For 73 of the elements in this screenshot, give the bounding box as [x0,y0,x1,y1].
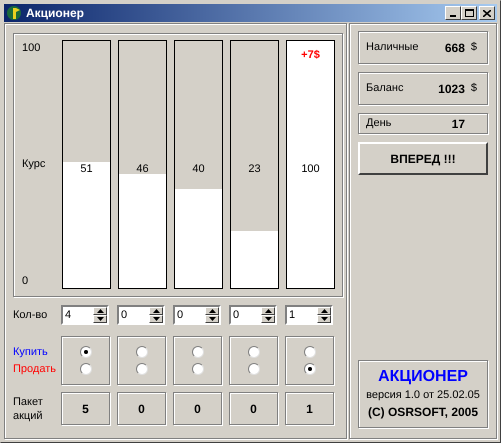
minimize-icon [450,15,456,17]
holdings-value: 1 [285,392,334,425]
close-button[interactable] [479,6,495,20]
quantity-label: Кол-во [13,308,48,323]
down-arrow-icon [264,317,272,321]
copyright-text: (C) OSRSOFT, 2005 [368,404,478,422]
holdings-value: 0 [229,392,278,425]
stat-value: 668 [444,40,465,56]
price-axis-label: Курс [22,157,46,172]
spin-up-button[interactable] [93,307,107,315]
holdings-value: 5 [61,392,110,425]
up-arrow-icon [96,309,104,313]
sell-label: Продать [13,362,57,376]
up-arrow-icon [152,309,160,313]
radio-button[interactable] [192,363,204,375]
scale-min-label: 0 [22,274,30,288]
maximize-icon [464,9,474,17]
scale-max-label: 100 [22,41,42,56]
radio-button[interactable] [192,346,204,358]
window-title: Акционер [26,5,86,22]
close-icon [483,10,491,16]
price-value: 100 [300,162,321,177]
price-change: +7$ [300,48,321,63]
down-arrow-icon [208,317,216,321]
quantity-field[interactable]: 1 [285,305,333,325]
down-arrow-icon [152,317,160,321]
next-button[interactable]: ВПЕРЕД !!! [358,142,488,175]
radio-button[interactable] [80,363,92,375]
holdings-value: 0 [173,392,222,425]
about-title: АКЦИОНЕР [378,366,468,387]
price-value: 51 [79,162,94,177]
price-value: 46 [135,162,150,177]
stat-value: 17 [450,116,466,132]
quantity-field[interactable]: 4 [61,305,109,325]
stat-label: Баланс [366,81,404,96]
stat-value: 1023 [437,80,465,98]
radio-button[interactable] [136,363,148,375]
app-icon [6,5,22,21]
spin-down-button[interactable] [93,315,107,323]
minimize-button[interactable] [445,6,461,20]
holdings-value: 0 [117,392,166,425]
spin-up-button[interactable] [261,307,275,315]
spin-up-button[interactable] [317,307,331,315]
spin-down-button[interactable] [317,315,331,323]
holdings-label: Пакет акций [13,394,44,422]
radio-button[interactable] [136,346,148,358]
radio-button[interactable] [248,346,260,358]
spin-down-button[interactable] [149,315,163,323]
spin-down-button[interactable] [261,315,275,323]
down-arrow-icon [96,317,104,321]
down-arrow-icon [320,317,328,321]
quantity-field[interactable]: 0 [229,305,277,325]
quantity-field[interactable]: 0 [173,305,221,325]
price-value: 40 [191,162,206,177]
stat-label: Наличные [366,40,420,56]
radio-button[interactable] [304,363,316,375]
quantity-field[interactable]: 0 [117,305,165,325]
stat-unit: $ [470,81,477,96]
radio-button[interactable] [304,346,316,358]
spin-down-button[interactable] [205,315,219,323]
radio-button[interactable] [248,363,260,375]
spin-up-button[interactable] [205,307,219,315]
buy-label: Купить [13,345,49,360]
version-text: версия 1.0 от 25.02.05 [366,388,480,403]
price-value: 23 [247,162,262,177]
up-arrow-icon [264,309,272,313]
spin-up-button[interactable] [149,307,163,315]
stat-label: День [366,116,392,132]
maximize-button[interactable] [461,6,477,20]
radio-button[interactable] [80,346,92,358]
stat-unit: $ [470,40,477,56]
up-arrow-icon [320,309,328,313]
up-arrow-icon [208,309,216,313]
